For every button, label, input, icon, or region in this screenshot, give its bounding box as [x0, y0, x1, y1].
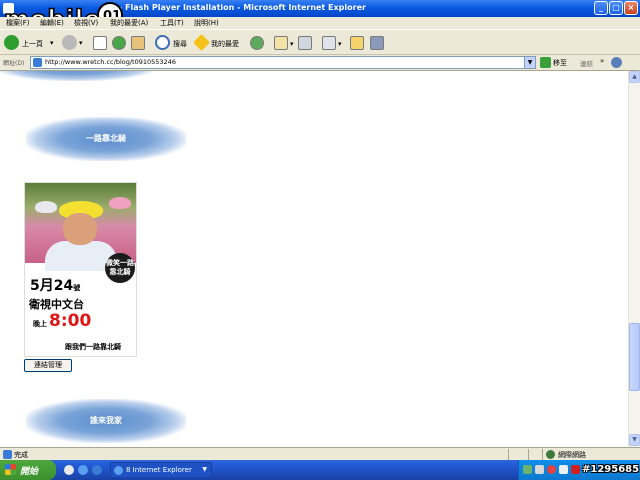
cloud-decoration-top: [0, 71, 156, 81]
poster-date: 5月24號: [30, 275, 80, 295]
mail-dropdown-icon[interactable]: ▾: [290, 40, 294, 48]
app-tray-icon[interactable]: [559, 465, 568, 474]
poster-month: 5月: [30, 278, 54, 294]
section-title-ride: 一路靠北騎: [86, 133, 126, 143]
show-logo-badge: 微笑一路靠北騎: [105, 253, 135, 283]
poster-slogan: 跟我們一路靠北騎: [65, 343, 121, 351]
scroll-down-icon[interactable]: ▼: [629, 434, 640, 446]
menu-tools[interactable]: 工具(T): [160, 18, 184, 28]
internet-zone-icon: [546, 450, 555, 459]
ie-window: ···· - Flash Player Installation - Micro…: [0, 0, 640, 480]
cloud-heading-ride: 一路靠北騎: [26, 117, 186, 161]
favorites-label: 我的最愛: [211, 40, 239, 48]
edit-dropdown-icon[interactable]: ▾: [338, 40, 342, 48]
star-icon: [193, 34, 210, 51]
quicklaunch-ie-icon[interactable]: [78, 465, 88, 475]
status-text: 完成: [14, 451, 28, 459]
cyclist-helmet: [35, 201, 57, 213]
quicklaunch-desktop-icon[interactable]: [64, 465, 74, 475]
back-dropdown-icon[interactable]: ▾: [50, 39, 54, 47]
go-button[interactable]: 移至: [553, 58, 567, 68]
search-button[interactable]: 搜尋: [155, 35, 191, 51]
taskbar: 開始 8 Internet Explorer ▼: [0, 460, 640, 480]
search-icon: [155, 35, 170, 50]
address-input[interactable]: http://www.wretch.cc/blog/t0910553246 ▼: [30, 56, 536, 69]
back-button[interactable]: 上一頁 ▾: [4, 35, 56, 51]
page-content: 一路靠北騎 微笑一路靠北騎 5月24號 衛視中文台 晚上 8:00 跟我們一路靠…: [0, 71, 628, 447]
status-divider: [542, 449, 543, 460]
volume-tray-icon[interactable]: [535, 465, 544, 474]
start-button[interactable]: 開始: [0, 460, 56, 480]
taskbar-ie-group[interactable]: 8 Internet Explorer ▼: [110, 462, 212, 478]
page-done-icon: [3, 450, 12, 459]
toolbar-options-icon[interactable]: [611, 57, 622, 68]
address-dropdown-icon[interactable]: ▼: [524, 57, 535, 68]
cyclist-helmet: [109, 197, 131, 209]
close-button[interactable]: ×: [624, 1, 638, 15]
tv-show-poster[interactable]: 微笑一路靠北騎 5月24號 衛視中文台 晚上 8:00 跟我們一路靠北騎: [24, 182, 137, 357]
toolbar: 上一頁 ▾ ▾ 搜尋 我的最愛 ▾ ▾: [0, 29, 640, 55]
taskbar-ie-label: 8 Internet Explorer: [126, 466, 192, 474]
menu-bar: 檔案(F) 編輯(E) 檢視(V) 我的最愛(A) 工具(T) 說明(H): [0, 17, 640, 29]
poster-time-prefix: 晚上: [33, 320, 47, 328]
section-title-visitors: 誰來我家: [90, 415, 122, 425]
security-tray-icon[interactable]: [547, 465, 556, 474]
image-watermark: #1295685: [582, 464, 640, 475]
vertical-scrollbar[interactable]: ▲ ▼: [628, 71, 640, 447]
ie-icon: [114, 466, 123, 475]
manage-links-button[interactable]: 連結管理: [24, 359, 72, 372]
edit-icon[interactable]: [322, 36, 336, 50]
favorites-button[interactable]: 我的最愛: [193, 34, 244, 51]
forward-arrow-icon: [62, 35, 77, 50]
status-divider: [528, 449, 529, 460]
quicklaunch-media-icon[interactable]: [92, 465, 102, 475]
stop-icon[interactable]: [93, 36, 107, 50]
status-bar: 完成 網際網路: [0, 447, 640, 460]
print-icon[interactable]: [298, 36, 312, 50]
poster-time: 8:00: [49, 311, 92, 331]
start-label: 開始: [20, 467, 39, 477]
zone-text: 網際網路: [558, 451, 586, 459]
windows-flag-icon: [5, 464, 16, 475]
back-label: 上一頁: [22, 40, 43, 48]
history-icon[interactable]: [250, 36, 264, 50]
cloud-heading-visitors: 誰來我家: [26, 399, 186, 443]
back-arrow-icon: [4, 35, 19, 50]
messenger-icon[interactable]: [370, 36, 384, 50]
window-title: ···· - Flash Player Installation - Micro…: [104, 3, 366, 12]
refresh-icon[interactable]: [112, 36, 126, 50]
discuss-icon[interactable]: [350, 36, 364, 50]
menu-help[interactable]: 說明(H): [194, 18, 219, 28]
forward-dropdown-icon[interactable]: ▾: [79, 39, 83, 47]
scroll-thumb[interactable]: [629, 323, 640, 391]
menu-favorites[interactable]: 我的最愛(A): [110, 18, 148, 28]
go-arrow-icon[interactable]: [540, 57, 551, 68]
address-url[interactable]: http://www.wretch.cc/blog/t0910553246: [45, 58, 176, 66]
address-label: 網址(D): [3, 60, 25, 67]
poster-face: [63, 213, 97, 245]
home-icon[interactable]: [131, 36, 145, 50]
poster-day: 24: [53, 278, 74, 294]
page-icon: [33, 58, 42, 67]
minimize-button[interactable]: _: [594, 1, 608, 15]
forward-button[interactable]: ▾: [62, 35, 84, 51]
menu-view[interactable]: 檢視(V): [74, 18, 98, 28]
network-tray-icon[interactable]: [523, 465, 532, 474]
mail-icon[interactable]: [274, 36, 288, 50]
scroll-up-icon[interactable]: ▲: [629, 71, 640, 83]
group-dropdown-icon: ▼: [202, 466, 207, 473]
links-label[interactable]: 連結: [580, 58, 593, 68]
poster-channel: 衛視中文台: [29, 298, 84, 311]
app-tray-icon[interactable]: [571, 465, 580, 474]
menu-file[interactable]: 檔案(F): [6, 18, 30, 28]
maximize-button[interactable]: □: [609, 1, 623, 15]
poster-photo: [25, 183, 136, 271]
menu-edit[interactable]: 編輯(E): [40, 18, 64, 28]
search-label: 搜尋: [173, 40, 187, 48]
poster-day-suffix: 號: [73, 284, 81, 292]
links-more-icon[interactable]: »: [600, 57, 604, 65]
status-divider: [508, 449, 509, 460]
address-bar: 網址(D) http://www.wretch.cc/blog/t0910553…: [0, 55, 640, 71]
